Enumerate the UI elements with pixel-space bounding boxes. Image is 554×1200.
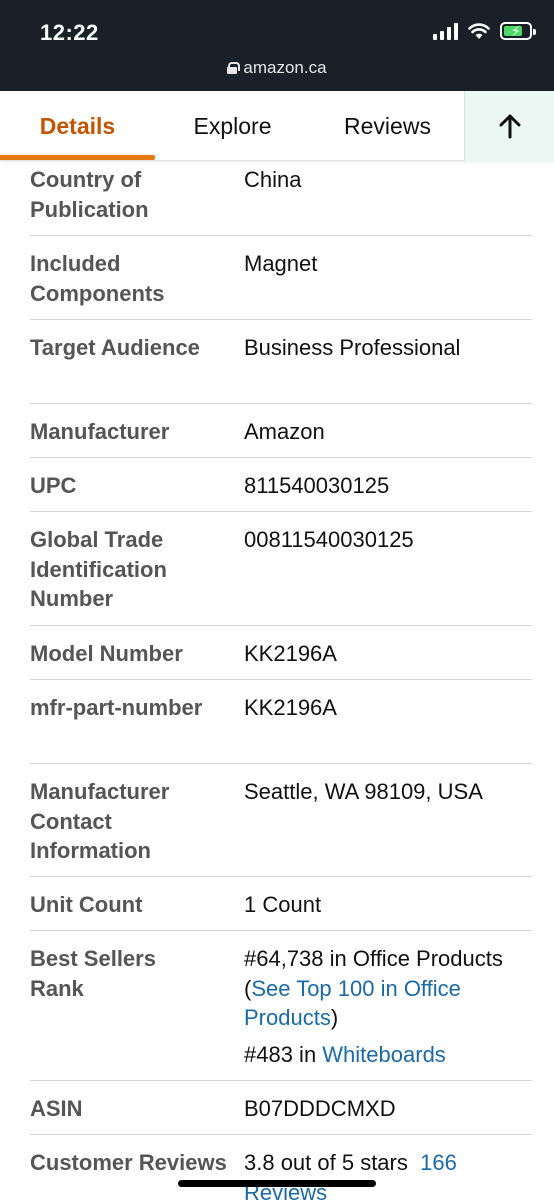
rating-text: 3.8 out of 5 stars — [244, 1150, 408, 1175]
detail-label: Manufacturer — [30, 419, 170, 444]
detail-value: Seattle, WA 98109, USA — [244, 779, 483, 804]
detail-label: Model Number — [30, 641, 183, 666]
url-text: amazon.ca — [243, 58, 327, 77]
detail-label: ASIN — [30, 1096, 83, 1121]
tab-reviews[interactable]: Reviews — [310, 91, 465, 161]
detail-value: B07DDDCMXD — [244, 1096, 396, 1121]
see-top-100-link[interactable]: See Top 100 in Office Products — [244, 976, 461, 1031]
status-icons: ⚡ — [433, 22, 536, 40]
tab-explore[interactable]: Explore — [155, 91, 310, 161]
detail-row-target-audience: Target Audience Business Professional — [30, 320, 532, 404]
lock-icon — [227, 62, 241, 74]
detail-value: 811540030125 — [244, 473, 390, 498]
cellular-signal-icon — [433, 22, 458, 40]
detail-row-upc: UPC 811540030125 — [30, 458, 532, 512]
detail-label: Unit Count — [30, 892, 143, 917]
detail-row-best-sellers-rank: Best Sellers Rank #64,738 in Office Prod… — [30, 931, 532, 1081]
clock: 12:22 — [40, 20, 99, 45]
detail-label: Manufacturer Contact Information — [30, 779, 170, 863]
detail-value: Magnet — [244, 251, 318, 276]
home-indicator — [178, 1180, 376, 1187]
tab-details[interactable]: Details — [0, 91, 155, 161]
detail-row-included-components: Included Components Magnet — [30, 236, 532, 320]
rank-whiteboards: #483 in Whiteboards — [244, 1041, 446, 1067]
detail-label: Global Trade Identification Number — [30, 527, 167, 611]
detail-label: Customer Reviews — [30, 1150, 227, 1175]
gtin-link[interactable]: 00811540030125 — [244, 525, 532, 555]
detail-row-country-of-publication: Country of Publication China — [30, 161, 532, 236]
detail-label: Included Components — [30, 251, 165, 306]
status-bar: 12:22 ⚡ amazon.ca — [0, 0, 554, 91]
best-sellers-rank-value: #64,738 in Office Products (See Top 100 … — [244, 944, 504, 1069]
wifi-icon — [468, 23, 490, 39]
detail-value: Business Professional — [244, 335, 461, 360]
detail-value: China — [244, 167, 302, 192]
detail-value: 1 Count — [244, 892, 322, 917]
tab-bar: Details Explore Reviews — [0, 91, 554, 161]
detail-value: KK2196A — [244, 695, 337, 720]
detail-value: KK2196A — [244, 641, 337, 666]
detail-row-gtin: Global Trade Identification Number 00811… — [30, 512, 532, 626]
detail-label: Target Audience — [30, 335, 200, 360]
rank-office-products: #64,738 in Office Products (See Top 100 … — [244, 946, 503, 1031]
detail-label: UPC — [30, 473, 77, 498]
battery-charging-icon: ⚡ — [500, 22, 536, 40]
detail-label: Country of Publication — [30, 167, 149, 222]
detail-row-customer-reviews: Customer Reviews 3.8 out of 5 stars 166 … — [30, 1135, 532, 1200]
address-bar[interactable]: amazon.ca — [0, 58, 554, 78]
scroll-to-top-button[interactable] — [464, 91, 554, 161]
detail-row-mfr-part-number: mfr-part-number KK2196A — [30, 680, 532, 764]
detail-row-manufacturer-contact: Manufacturer Contact Information Seattle… — [30, 764, 532, 877]
detail-row-unit-count: Unit Count 1 Count — [30, 877, 532, 931]
detail-value: Amazon — [244, 419, 325, 444]
detail-label: Best Sellers Rank — [30, 946, 156, 1001]
detail-row-manufacturer: Manufacturer Amazon — [30, 404, 532, 458]
whiteboards-link[interactable]: Whiteboards — [322, 1042, 446, 1067]
customer-reviews-value: 3.8 out of 5 stars 166 Reviews — [244, 1148, 532, 1200]
detail-label: mfr-part-number — [30, 695, 203, 720]
active-tab-indicator — [0, 155, 155, 160]
detail-row-model-number: Model Number KK2196A — [30, 626, 532, 680]
arrow-up-icon — [499, 114, 520, 139]
detail-row-asin: ASIN B07DDDCMXD — [30, 1081, 532, 1135]
